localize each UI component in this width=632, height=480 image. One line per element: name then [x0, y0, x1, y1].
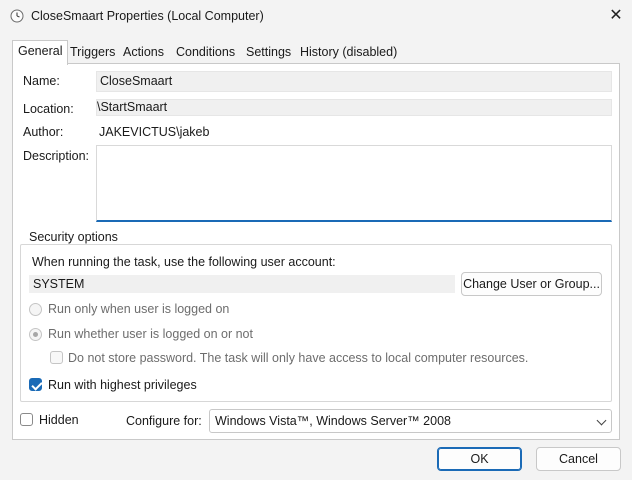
run-only-logged-on-radio[interactable]: [29, 303, 42, 316]
tab-settings[interactable]: Settings: [241, 42, 296, 64]
name-field: CloseSmaart: [96, 71, 612, 92]
highest-privileges-checkbox[interactable]: [29, 378, 42, 391]
no-store-password-label: Do not store password. The task will onl…: [68, 351, 529, 365]
close-icon[interactable]: ✕: [604, 5, 628, 27]
tab-conditions[interactable]: Conditions: [171, 42, 240, 64]
highest-privileges-label: Run with highest privileges: [48, 378, 197, 392]
clock-task-icon: [10, 9, 24, 23]
hidden-label: Hidden: [39, 413, 79, 427]
tab-general[interactable]: General: [12, 40, 69, 65]
location-field: \StartSmaart: [96, 99, 612, 116]
author-value: JAKEVICTUS\jakeb: [99, 125, 210, 139]
tab-actions[interactable]: Actions: [118, 42, 169, 64]
author-label: Author:: [23, 125, 64, 139]
description-label: Description:: [23, 149, 89, 163]
chevron-down-icon: [596, 415, 607, 426]
configure-for-select[interactable]: Windows Vista™, Windows Server™ 2008: [209, 409, 612, 433]
account-prompt: When running the task, use the following…: [32, 255, 336, 269]
tab-history[interactable]: History (disabled): [295, 42, 402, 64]
security-options-legend: Security options: [26, 230, 121, 244]
hidden-checkbox[interactable]: [20, 413, 33, 426]
name-label: Name:: [23, 74, 60, 88]
ok-button[interactable]: OK: [437, 447, 522, 471]
no-store-password-checkbox[interactable]: [50, 351, 63, 364]
description-textarea[interactable]: [96, 145, 612, 222]
cancel-button[interactable]: Cancel: [536, 447, 621, 471]
change-user-button[interactable]: Change User or Group...: [461, 272, 602, 296]
configure-for-label: Configure for:: [126, 414, 202, 428]
tab-triggers[interactable]: Triggers: [65, 42, 120, 64]
location-label: Location:: [23, 102, 74, 116]
user-account-field: SYSTEM: [29, 275, 455, 293]
run-only-logged-on-label: Run only when user is logged on: [48, 302, 230, 316]
configure-for-value: Windows Vista™, Windows Server™ 2008: [215, 414, 451, 428]
run-whether-logged-on-label: Run whether user is logged on or not: [48, 327, 253, 341]
window-title: CloseSmaart Properties (Local Computer): [31, 9, 264, 23]
run-whether-logged-on-radio[interactable]: [29, 328, 42, 341]
